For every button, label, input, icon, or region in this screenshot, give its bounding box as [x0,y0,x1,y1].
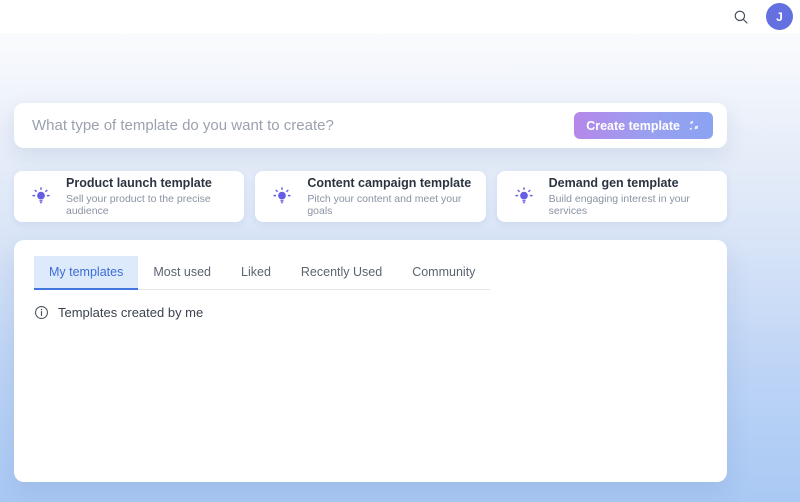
idea-bulb-icon [513,186,535,208]
suggestion-card-text: Product launch template Sell your produc… [66,176,236,217]
suggestion-card-subtitle: Pitch your content and meet your goals [307,193,462,217]
tab-community[interactable]: Community [397,256,490,289]
suggestion-card-subtitle: Sell your product to the precise audienc… [66,193,211,217]
search-icon [732,8,750,26]
search-button[interactable] [728,4,754,30]
empty-state-message: Templates created by me [58,305,204,320]
info-icon [34,305,49,320]
suggestion-card-title: Product launch template [66,176,212,190]
suggestion-card-title: Demand gen template [548,176,679,190]
suggestion-cards-row: Product launch template Sell your produc… [14,171,727,222]
sparkles-icon [687,119,701,133]
page-background: Create template [0,33,800,502]
tab-recently-used[interactable]: Recently Used [286,256,397,289]
create-template-label: Create template [586,118,680,133]
tab-my-templates[interactable]: My templates [34,256,139,290]
suggestion-card-title: Content campaign template [307,176,472,190]
suggestion-card-text: Content campaign template Pitch your con… [307,176,477,217]
templates-tab-bar: My templates Most used Liked Recently Us… [34,256,491,290]
suggestion-card-subtitle: Build engaging interest in your services [548,193,690,217]
suggestion-card-text: Demand gen template Build engaging inter… [549,176,719,217]
idea-bulb-icon [30,186,52,208]
create-template-button[interactable]: Create template [574,112,713,139]
template-prompt-bar: Create template [14,103,727,148]
suggestion-card-content-campaign[interactable]: Content campaign template Pitch your con… [255,171,486,222]
templates-panel: My templates Most used Liked Recently Us… [14,240,727,482]
empty-state-row: Templates created by me [34,305,707,320]
template-prompt-input[interactable] [32,117,575,134]
idea-bulb-icon [271,186,293,208]
avatar[interactable]: J [766,3,793,30]
topbar: J [0,0,800,33]
tab-most-used[interactable]: Most used [138,256,226,289]
tab-liked[interactable]: Liked [226,256,286,289]
suggestion-card-demand-gen[interactable]: Demand gen template Build engaging inter… [496,171,727,222]
suggestion-card-product-launch[interactable]: Product launch template Sell your produc… [14,171,245,222]
